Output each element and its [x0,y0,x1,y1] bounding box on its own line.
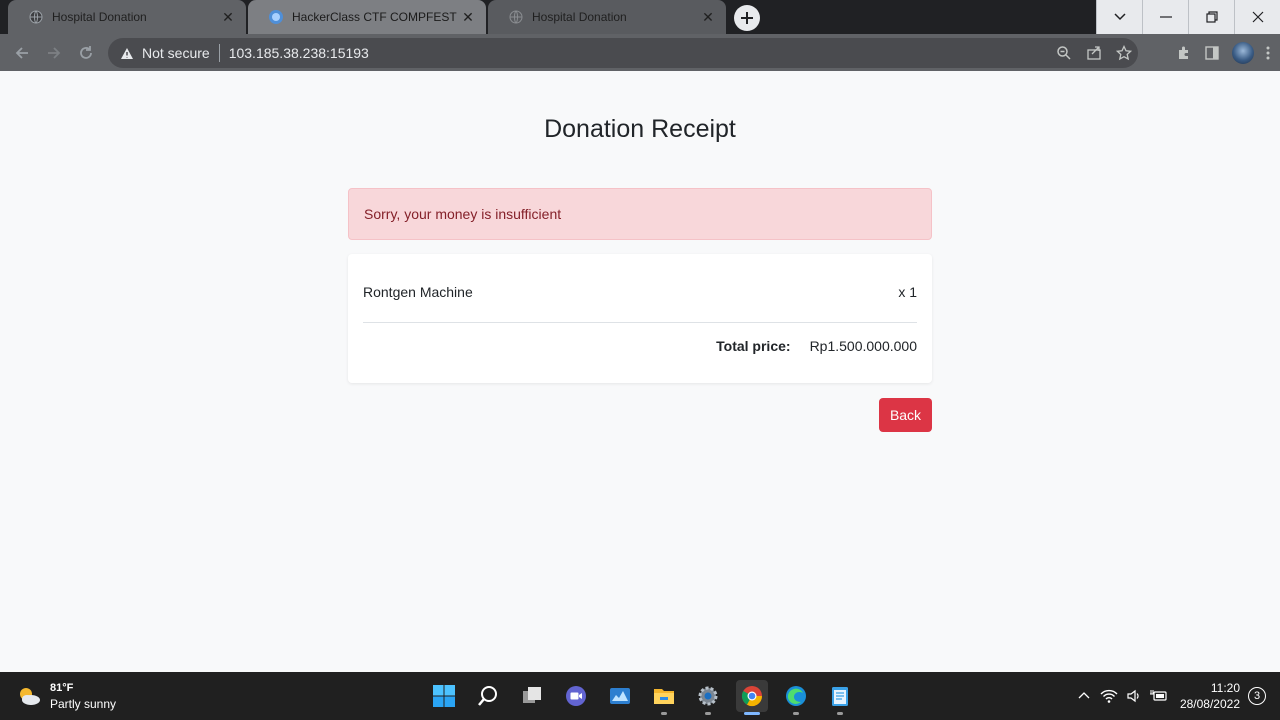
weather-description: Partly sunny [50,697,117,711]
security-indicator[interactable]: Not secure [120,45,210,61]
chat-icon [566,686,586,706]
divider [218,44,220,62]
item-name: Rontgen Machine [363,284,473,300]
tab-search-button[interactable] [1096,0,1142,34]
list-item: Rontgen Machine x 1 [363,284,917,300]
window-controls [1096,0,1280,34]
alert-message: Sorry, your money is insufficient [364,206,562,222]
clock-time: 11:20 [1210,681,1240,695]
notepad-icon [832,687,848,706]
minimize-button[interactable] [1142,0,1188,34]
search-icon [478,686,497,706]
reload-icon [80,46,92,59]
close-icon[interactable]: ✕ [220,9,236,25]
taskbar-apps [428,680,856,715]
total-row: Total price: Rp1.500.000.000 [716,338,917,354]
close-icon [1252,11,1263,23]
settings-button[interactable] [692,680,724,715]
divider [363,322,917,323]
share-icon[interactable] [1086,45,1102,61]
wifi-icon[interactable] [1100,688,1118,704]
back-nav-button[interactable] [10,41,34,65]
start-button[interactable] [428,680,460,712]
file-explorer-button[interactable] [648,680,680,715]
close-window-button[interactable] [1234,0,1280,34]
tab-title: Hospital Donation [532,10,627,24]
url-text[interactable]: 103.185.38.238:15193 [229,45,369,61]
restore-button[interactable] [1188,0,1234,34]
clock-date: 28/08/2022 [1179,697,1240,711]
partly-sunny-icon [20,688,40,705]
total-value: Rp1.500.000.000 [809,338,917,354]
page-content: Donation Receipt Sorry, your money is in… [0,71,1280,672]
item-quantity: x 1 [898,284,917,300]
notification-badge[interactable]: 3 [1248,687,1266,705]
site-favicon-icon [268,9,284,25]
toolbar-actions [1176,40,1270,66]
chrome-icon [741,686,763,707]
chevron-up-icon[interactable] [1076,688,1092,704]
star-icon[interactable] [1116,45,1132,61]
edge-icon [786,686,806,706]
error-alert: Sorry, your money is insufficient [348,188,932,240]
volume-icon[interactable] [1126,688,1142,704]
side-panel-icon[interactable] [1204,45,1220,61]
system-tray: 11:20 28/08/2022 3 [1076,672,1266,720]
avatar[interactable] [1232,42,1254,64]
security-label: Not secure [142,45,210,61]
taskbar: 81°F Partly sunny 11:20 28/08/2022 3 [0,672,1280,720]
extensions-icon[interactable] [1176,45,1192,61]
gear-icon [698,686,718,706]
total-label: Total price: [716,338,791,354]
omnibox-actions [1056,38,1132,68]
browser-toolbar: Not secure 103.185.38.238:15193 [0,34,1280,71]
battery-icon[interactable] [1149,688,1168,704]
task-view-button[interactable] [516,680,548,712]
close-icon[interactable]: ✕ [700,9,716,25]
chat-button[interactable] [560,680,592,712]
task-view-icon [523,687,541,703]
browser-tab-1[interactable]: Hospital Donation ✕ [8,0,246,34]
new-tab-button[interactable] [734,5,760,31]
receipt-card: Rontgen Machine x 1 Total price: Rp1.500… [348,254,932,383]
edge-button[interactable] [780,680,812,715]
address-bar[interactable]: Not secure 103.185.38.238:15193 [108,38,1138,68]
arrow-right-icon [48,47,61,59]
reload-button[interactable] [74,41,98,65]
zoom-icon[interactable] [1056,45,1072,61]
minimize-icon [1159,16,1172,18]
arrow-left-icon [15,47,28,59]
back-button[interactable]: Back [879,398,932,432]
forward-nav-button[interactable] [42,41,66,65]
page-title: Donation Receipt [544,115,736,143]
windows-logo-icon [433,685,455,707]
close-icon[interactable]: ✕ [460,9,476,25]
globe-icon [508,9,524,25]
weather-widget[interactable]: 81°F Partly sunny [16,680,116,712]
weather-temperature: 81°F [50,682,74,694]
chevron-down-icon [1113,13,1126,21]
tab-strip: Hospital Donation ✕ HackerClass CTF COMP… [0,0,1280,34]
app-monitor-button[interactable] [604,680,636,712]
tab-title: Hospital Donation [52,10,147,24]
warning-icon [121,47,133,59]
clock[interactable]: 11:20 28/08/2022 [1180,680,1240,712]
browser-tab-2[interactable]: HackerClass CTF COMPFEST 14 ✕ [248,0,486,34]
tab-title: HackerClass CTF COMPFEST 14 [292,10,460,24]
photos-icon [610,688,630,704]
folder-icon [654,689,674,704]
browser-tab-3-active[interactable]: Hospital Donation ✕ [488,0,726,34]
search-button[interactable] [472,680,504,712]
globe-icon [28,9,44,25]
menu-dots-icon[interactable] [1266,45,1270,61]
notepad-button[interactable] [824,680,856,715]
restore-icon [1205,11,1218,23]
plus-icon [741,12,753,24]
chrome-button[interactable] [736,680,768,715]
